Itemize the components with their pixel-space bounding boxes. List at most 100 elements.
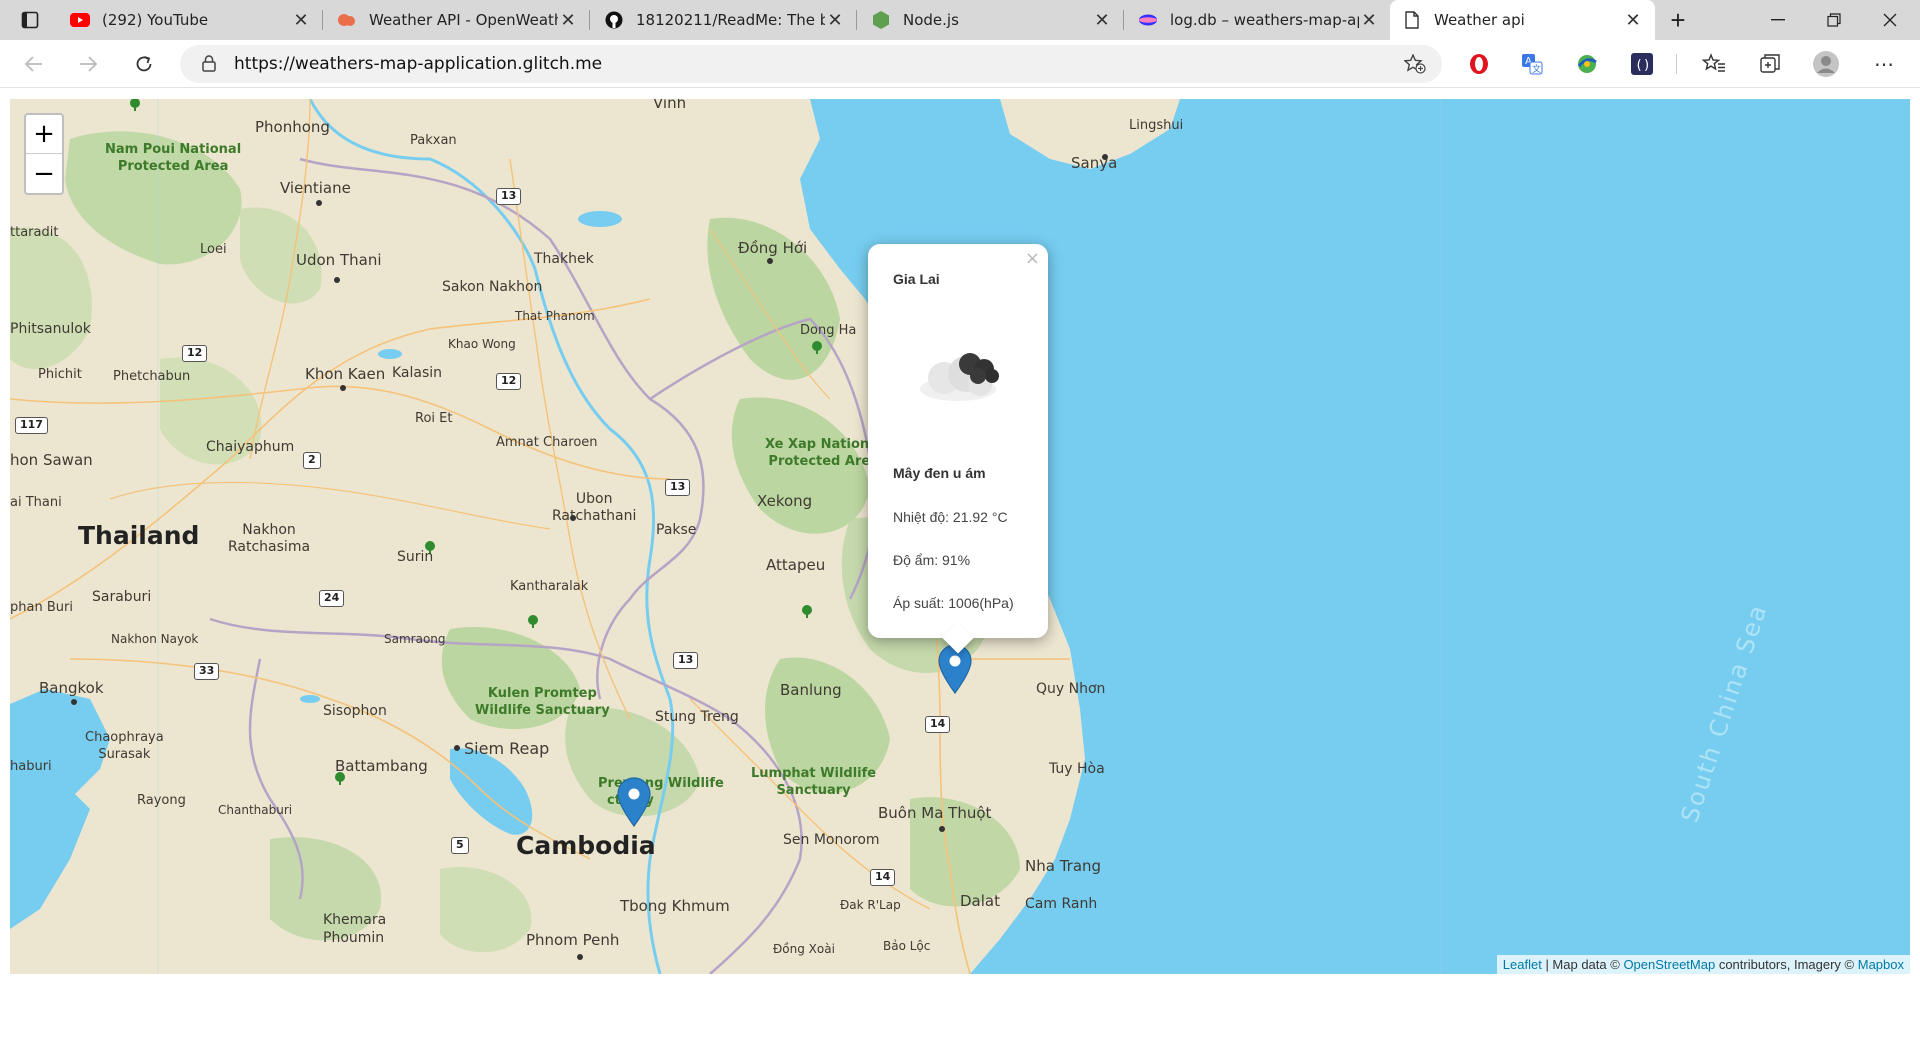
tab-close-icon[interactable]: ✕ xyxy=(825,10,845,31)
minimize-icon[interactable] xyxy=(1750,0,1806,40)
new-tab-icon[interactable]: + xyxy=(1650,0,1706,40)
github-icon xyxy=(604,10,624,30)
city-dot xyxy=(454,745,460,751)
download-manager-icon[interactable] xyxy=(1573,50,1601,78)
zoom-in-button[interactable]: + xyxy=(26,115,62,154)
map-label-city: Udon Thani xyxy=(296,251,382,269)
map-label-city: Đak R'Lap xyxy=(840,898,901,912)
city-dot xyxy=(334,277,340,283)
svg-text:文: 文 xyxy=(1532,63,1541,75)
map-label-city: ai Thani xyxy=(10,495,62,510)
tab-weather-api[interactable]: Weather api ✕ xyxy=(1390,0,1655,40)
map-label-city: Quy Nhơn xyxy=(1036,681,1106,697)
road-shield: 12 xyxy=(182,345,208,362)
restore-icon[interactable] xyxy=(1806,0,1862,40)
leaflet-link[interactable]: Leaflet xyxy=(1503,957,1542,972)
tab-actions-icon[interactable] xyxy=(2,0,58,40)
map-label-city: Roi Et xyxy=(415,411,453,426)
tab-glitch[interactable]: log.db – weathers-map-app ✕ xyxy=(1126,0,1391,40)
map-label-city: Tbong Khmum xyxy=(620,897,730,915)
map-label-city: Phitsanulok xyxy=(10,321,91,337)
refresh-icon[interactable] xyxy=(124,44,164,84)
translate-icon[interactable]: A文 xyxy=(1518,50,1546,78)
tab-youtube[interactable]: (292) YouTube ✕ xyxy=(58,0,323,40)
city-dot xyxy=(570,515,576,521)
map-label-city: Siem Reap xyxy=(464,739,550,758)
map-label-city: hon Sawan xyxy=(10,451,93,469)
weather-map[interactable]: + − Thailand Cambodia South China Sea Vi… xyxy=(10,99,1910,974)
tab-close-icon[interactable]: ✕ xyxy=(1092,10,1112,31)
map-label-city: Saraburi xyxy=(92,589,152,605)
map-label-city: Dong Ha xyxy=(800,323,857,338)
tab-close-icon[interactable]: ✕ xyxy=(558,10,578,31)
road-shield: 12 xyxy=(496,373,522,390)
city-dot xyxy=(577,954,583,960)
url-field[interactable]: https://weathers-map-application.glitch.… xyxy=(180,45,1442,83)
map-label-city: Chanthaburi xyxy=(218,803,293,817)
zoom-control: + − xyxy=(24,113,64,195)
road-shield: 5 xyxy=(451,837,469,854)
tab-openweather[interactable]: Weather API - OpenWeathe ✕ xyxy=(325,0,590,40)
back-icon[interactable] xyxy=(14,44,54,84)
map-label-city: Phnom Penh xyxy=(526,931,620,949)
favorite-add-icon[interactable] xyxy=(1403,53,1426,79)
opera-icon[interactable] xyxy=(1465,50,1493,78)
map-label-city: Phichit xyxy=(38,367,82,382)
map-label-city: Khon Kaen xyxy=(305,365,386,383)
map-label-city: Buôn Ma Thuột xyxy=(878,804,992,822)
glitch-icon xyxy=(1138,10,1158,30)
popup-pressure: Áp suất: 1006(hPa) xyxy=(893,595,1014,611)
tab-github[interactable]: 18120211/ReadMe: The bas ✕ xyxy=(592,0,857,40)
tab-title: Weather API - OpenWeathe xyxy=(369,11,558,29)
map-label-city: Kalasin xyxy=(392,365,443,381)
map-label-city: Cam Ranh xyxy=(1025,896,1098,912)
tab-close-icon[interactable]: ✕ xyxy=(1359,10,1379,31)
road-shield: 117 xyxy=(15,417,48,434)
mapbox-link[interactable]: Mapbox xyxy=(1858,957,1904,972)
map-label-city: Vinh xyxy=(653,99,687,112)
tab-title: Node.js xyxy=(903,11,959,29)
tab-title: 18120211/ReadMe: The bas xyxy=(636,11,825,29)
forward-icon[interactable] xyxy=(68,44,108,84)
osm-link[interactable]: OpenStreetMap xyxy=(1623,957,1715,972)
favorites-icon[interactable] xyxy=(1700,50,1728,78)
map-marker-icon[interactable] xyxy=(617,777,651,827)
map-label-city: Xekong xyxy=(757,492,813,510)
popup-temperature: Nhiệt độ: 21.92 °C xyxy=(893,509,1008,525)
lock-icon[interactable] xyxy=(202,55,216,77)
map-label-park: Kulen Promtep Wildlife Sanctuary xyxy=(475,686,610,718)
close-window-icon[interactable] xyxy=(1862,0,1918,40)
map-label-city: ttaradit xyxy=(10,225,59,240)
map-label-city: Thakhek xyxy=(534,251,594,267)
map-label-city: Bangkok xyxy=(39,679,104,697)
settings-more-icon[interactable]: ⋯ xyxy=(1870,50,1898,78)
map-label-city: Loei xyxy=(200,242,227,257)
collections-icon[interactable] xyxy=(1756,50,1784,78)
address-bar: https://weathers-map-application.glitch.… xyxy=(0,40,1920,88)
profile-avatar-icon[interactable] xyxy=(1812,50,1840,78)
tab-nodejs[interactable]: Node.js ✕ xyxy=(859,0,1124,40)
bracket-extension-icon[interactable]: () xyxy=(1628,50,1656,78)
map-label-cambodia: Cambodia xyxy=(516,831,656,860)
tab-close-icon[interactable]: ✕ xyxy=(1623,10,1643,31)
road-shield: 33 xyxy=(194,663,220,680)
zoom-out-button[interactable]: − xyxy=(26,154,62,193)
map-label-city: Nakhon Nayok xyxy=(111,632,199,646)
map-label-city: Amnat Charoen xyxy=(496,435,598,450)
map-label-city: Pakse xyxy=(656,522,697,538)
map-label-city: Surin xyxy=(397,549,434,565)
road-shield: 14 xyxy=(870,869,896,886)
map-label-city: phan Buri xyxy=(10,600,73,615)
url-text: https://weathers-map-application.glitch.… xyxy=(234,54,603,74)
map-label-city: Sen Monorom xyxy=(783,832,880,848)
map-label-city: Phetchabun xyxy=(113,369,191,384)
road-shield: 13 xyxy=(665,479,691,496)
page-icon xyxy=(1402,10,1422,30)
map-label-park: Nam Poui National Protected Area xyxy=(105,142,242,174)
road-shield: 13 xyxy=(673,652,699,669)
map-label-city: That Phanom xyxy=(515,309,595,323)
popup-close-icon[interactable]: × xyxy=(1025,248,1040,269)
map-label-city: Lingshui xyxy=(1129,118,1184,133)
map-label-city: Attapeu xyxy=(766,556,826,574)
tab-close-icon[interactable]: ✕ xyxy=(291,10,311,31)
